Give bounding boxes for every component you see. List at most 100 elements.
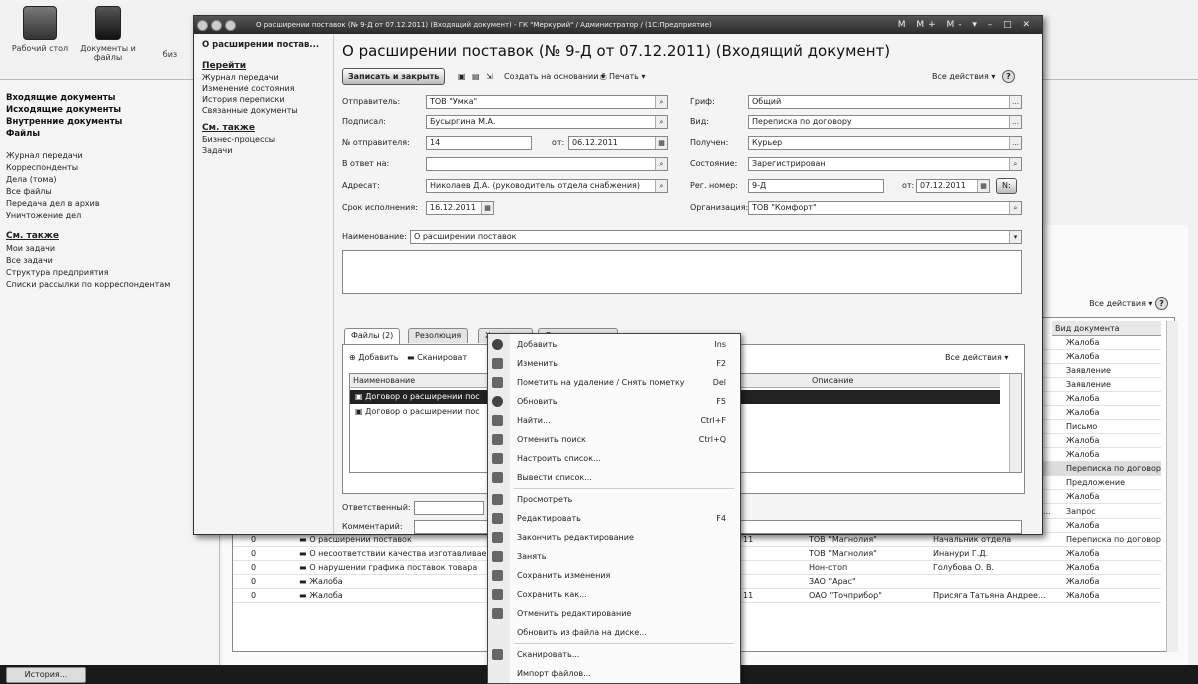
- calendar-icon[interactable]: ▦: [655, 137, 667, 149]
- reply-field[interactable]: ⌕: [426, 157, 668, 171]
- menu-item[interactable]: Отменить редактирование: [488, 604, 740, 623]
- favorite-icon[interactable]: [225, 19, 236, 31]
- column-header-description[interactable]: Описание: [812, 374, 853, 388]
- save-icon[interactable]: ▣: [458, 70, 466, 84]
- help-icon[interactable]: ?: [1155, 297, 1168, 310]
- sidebar-item-internal[interactable]: Внутренние документы: [6, 116, 219, 128]
- post-icon[interactable]: ⇲: [486, 70, 493, 84]
- sender-date-field[interactable]: 06.12.2011 ▦: [568, 136, 668, 150]
- section-documents[interactable]: Документы и файлы: [76, 6, 140, 76]
- name-field[interactable]: О расширении поставок ▾: [410, 230, 1022, 244]
- menu-item[interactable]: Сохранить как...: [488, 585, 740, 604]
- files-scrollbar[interactable]: [1009, 374, 1021, 472]
- files-all-actions[interactable]: Все действия ▾: [945, 353, 1008, 362]
- menu-item[interactable]: Занять: [488, 547, 740, 566]
- nav-icon[interactable]: [211, 19, 222, 31]
- files-scan-button[interactable]: ▬ Сканироват: [407, 353, 467, 362]
- menu-item[interactable]: Добавить Ins: [488, 335, 740, 354]
- sidebar-item-outgoing[interactable]: Исходящие документы: [6, 104, 219, 116]
- menu-item[interactable]: Обновить из файла на диске...: [488, 623, 740, 642]
- number-button[interactable]: N:: [996, 178, 1017, 194]
- print-button[interactable]: ⎙ Печать ▾: [600, 70, 645, 84]
- column-header-doctype[interactable]: Вид документа: [1052, 321, 1161, 336]
- sidebar-link[interactable]: Уничтожение дел: [6, 210, 219, 222]
- org-field[interactable]: ТОВ "Комфорт" ⌕: [748, 201, 1022, 215]
- menu-item[interactable]: Импорт файлов...: [488, 664, 740, 683]
- all-actions-button[interactable]: Все действия ▾: [932, 70, 995, 84]
- sidebar-item-files[interactable]: Файлы: [6, 128, 219, 140]
- search-icon[interactable]: ⌕: [655, 180, 667, 192]
- menu-item[interactable]: Редактировать F4: [488, 509, 740, 528]
- grif-field[interactable]: Общий…: [748, 95, 1022, 109]
- calendar-icon[interactable]: ▦: [977, 180, 989, 192]
- signed-field[interactable]: Бусыргина М.А. ⌕: [426, 115, 668, 129]
- help-icon[interactable]: ?: [1002, 70, 1015, 83]
- addressee-field[interactable]: Николаев Д.А. (руководитель отдела снабж…: [426, 179, 668, 193]
- nav-item[interactable]: Бизнес-процессы: [202, 134, 333, 145]
- received-field[interactable]: Курьер…: [748, 136, 1022, 150]
- document-icon[interactable]: ▤: [472, 70, 480, 84]
- window-controls[interactable]: M M+ M- ▾ – □ ✕: [898, 16, 1034, 34]
- save-close-button[interactable]: Записать и закрыть: [342, 68, 446, 85]
- nav-item[interactable]: История переписки: [202, 94, 333, 105]
- dialog-titlebar[interactable]: О расширении поставок (№ 9-Д от 07.12.20…: [194, 16, 1042, 34]
- nav-item[interactable]: Изменение состояния: [202, 83, 333, 94]
- sidebar-item-incoming[interactable]: Входящие документы: [6, 92, 219, 104]
- sender-field[interactable]: ТОВ "Умка" ⌕: [426, 95, 668, 109]
- menu-item[interactable]: Найти... Ctrl+F: [488, 411, 740, 430]
- section-desktop[interactable]: Рабочий стол: [8, 6, 72, 76]
- search-icon[interactable]: ⌕: [1009, 158, 1021, 170]
- select-icon[interactable]: …: [1009, 137, 1021, 149]
- regno-field[interactable]: 9-Д: [748, 179, 884, 193]
- kind-field[interactable]: Переписка по договору…: [748, 115, 1022, 129]
- sidebar-link[interactable]: Все задачи: [6, 255, 219, 267]
- search-icon[interactable]: ⌕: [1009, 202, 1021, 214]
- dropdown-icon[interactable]: ▾: [1009, 231, 1021, 243]
- save-changes-icon: [492, 570, 503, 581]
- sidebar-link[interactable]: Передача дел в архив: [6, 198, 219, 210]
- menu-item[interactable]: Просмотреть: [488, 490, 740, 509]
- nav-item[interactable]: Задачи: [202, 145, 333, 156]
- due-field[interactable]: 16.12.2011 ▦: [426, 201, 494, 215]
- menu-item[interactable]: Изменить F2: [488, 354, 740, 373]
- menu-item[interactable]: Вывести список...: [488, 468, 740, 487]
- sidebar-link[interactable]: Дела (тома): [6, 174, 219, 186]
- files-add-button[interactable]: ⊕ Добавить: [349, 353, 399, 362]
- menu-item[interactable]: Настроить список...: [488, 449, 740, 468]
- list-scrollbar[interactable]: [1166, 321, 1178, 652]
- create-based-button[interactable]: Создать на основании ▾: [504, 70, 605, 84]
- sidebar-link[interactable]: Все файлы: [6, 186, 219, 198]
- history-button[interactable]: История...: [6, 667, 86, 683]
- search-icon[interactable]: ⌕: [655, 158, 667, 170]
- sidebar-link[interactable]: Корреспонденты: [6, 162, 219, 174]
- state-field[interactable]: Зарегистрирован ⌕: [748, 157, 1022, 171]
- select-icon[interactable]: …: [1009, 116, 1021, 128]
- calendar-icon[interactable]: ▦: [481, 202, 493, 214]
- reg-date-field[interactable]: 07.12.2011 ▦: [916, 179, 990, 193]
- search-icon[interactable]: ⌕: [655, 116, 667, 128]
- sender-no-field[interactable]: 14: [426, 136, 532, 150]
- sidebar-link[interactable]: Мои задачи: [6, 243, 219, 255]
- select-icon[interactable]: …: [1009, 96, 1021, 108]
- tab-resolution[interactable]: Резолюция: [408, 328, 469, 343]
- nav-item[interactable]: Связанные документы: [202, 105, 333, 116]
- content-textarea[interactable]: [342, 250, 1022, 294]
- menu-item[interactable]: Пометить на удаление / Снять пометку Del: [488, 373, 740, 392]
- menu-item[interactable]: Обновить F5: [488, 392, 740, 411]
- sidebar-link[interactable]: Журнал передачи: [6, 150, 219, 162]
- list-all-actions[interactable]: Все действия ▾ ?: [1089, 297, 1168, 310]
- sidebar-link[interactable]: Структура предприятия: [6, 267, 219, 279]
- menu-item[interactable]: Сохранить изменения: [488, 566, 740, 585]
- nav-goto-heading: Перейти: [202, 61, 247, 71]
- sender-value: ТОВ "Умка": [430, 97, 478, 106]
- nav-item[interactable]: Журнал передачи: [202, 72, 333, 83]
- sidebar-link[interactable]: Списки рассылки по корреспондентам: [6, 279, 219, 291]
- search-icon[interactable]: ⌕: [655, 96, 667, 108]
- responsible-field[interactable]: [414, 501, 484, 515]
- menu-item[interactable]: Закончить редактирование: [488, 528, 740, 547]
- menu-item[interactable]: Отменить поиск Ctrl+Q: [488, 430, 740, 449]
- nav-header[interactable]: О расширении постав...: [202, 40, 333, 50]
- menu-item[interactable]: Сканировать...: [488, 645, 740, 664]
- tab-files[interactable]: Файлы (2): [344, 328, 401, 344]
- column-header-name[interactable]: Наименование: [353, 376, 415, 385]
